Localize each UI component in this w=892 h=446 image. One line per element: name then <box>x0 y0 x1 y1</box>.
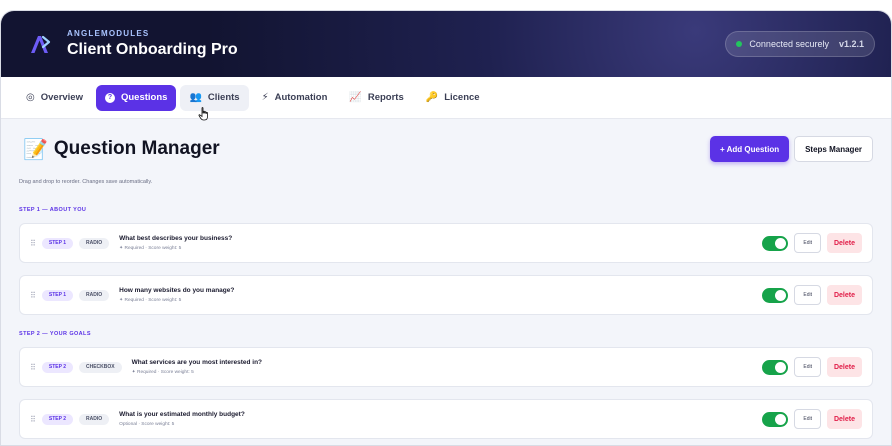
users-icon: 👥 <box>189 92 202 103</box>
steps-manager-button[interactable]: Steps Manager <box>794 136 873 162</box>
delete-button[interactable]: Delete <box>826 409 862 429</box>
version-label: v1.2.1 <box>838 39 864 49</box>
memo-icon: 📝 <box>23 138 48 161</box>
question-card[interactable]: ⠿ STEP 2 CHECKBOX What services are you … <box>19 347 873 387</box>
brand-company: ANGLEMODULES <box>67 29 150 38</box>
drag-handle-icon[interactable]: ⠿ <box>30 291 36 300</box>
reorder-hint: Drag and drop to reorder. Changes save a… <box>19 179 153 185</box>
step-badge: STEP 2 <box>41 361 73 373</box>
tab-label: Overview <box>40 92 83 103</box>
question-text: What services are you most interested in… <box>132 359 262 375</box>
tab-questions[interactable]: ? Questions <box>95 84 177 111</box>
app-header: ANGLEMODULES Client Onboarding Pro Conne… <box>1 11 891 77</box>
step-badge: STEP 1 <box>41 289 73 301</box>
type-badge: RADIO <box>79 237 110 249</box>
edit-button[interactable]: Edit <box>794 285 821 305</box>
delete-button[interactable]: Delete <box>826 357 862 377</box>
question-meta: Optional · Score weight: 5 <box>119 422 175 427</box>
question-actions: Edit Delete <box>762 357 862 377</box>
tab-label: Licence <box>444 92 480 103</box>
question-meta: ✦ Required · Score weight: 5 <box>119 246 182 251</box>
main-nav: ◎ Overview ? Questions 👥 Clients ⚡ Autom… <box>1 77 891 121</box>
enabled-toggle[interactable] <box>762 411 789 427</box>
drag-handle-icon[interactable]: ⠿ <box>30 363 36 372</box>
type-badge: RADIO <box>79 289 110 301</box>
status-dot-icon <box>736 41 743 47</box>
enabled-toggle[interactable] <box>762 287 789 303</box>
type-badge: RADIO <box>79 413 110 425</box>
type-badge: CHECKBOX <box>79 361 122 373</box>
drag-handle-icon[interactable]: ⠿ <box>30 239 36 248</box>
tab-clients[interactable]: 👥 Clients <box>180 84 249 111</box>
step-badge: STEP 2 <box>41 413 73 425</box>
chart-icon: 📈 <box>349 92 362 103</box>
tab-automation[interactable]: ⚡ Automation <box>253 85 337 111</box>
drag-handle-icon[interactable]: ⠿ <box>30 415 36 424</box>
question-actions: Edit Delete <box>762 409 862 429</box>
add-question-button[interactable]: + Add Question <box>710 136 790 162</box>
page-header: 📝 Question Manager + Add Question Steps … <box>19 119 873 179</box>
tab-label: Questions <box>120 92 168 103</box>
question-title: How many websites do you manage? <box>119 287 235 294</box>
question-card[interactable]: ⠿ STEP 1 RADIO How many websites do you … <box>19 275 873 315</box>
question-card[interactable]: ⠿ STEP 2 RADIO What is your estimated mo… <box>19 399 873 439</box>
question-actions: Edit Delete <box>762 285 862 305</box>
question-meta: ✦ Required · Score weight: 5 <box>131 370 194 375</box>
tab-licence[interactable]: 🔑 Licence <box>417 85 489 111</box>
tab-label: Clients <box>207 92 240 103</box>
status-text: Connected securely <box>749 39 829 49</box>
anglemodules-logo-icon <box>25 29 55 59</box>
question-text: What best describes your business? ✦ Req… <box>119 235 232 251</box>
step-badge: STEP 1 <box>41 237 73 249</box>
question-meta: ✦ Required · Score weight: 5 <box>119 298 182 303</box>
header-actions: + Add Question Steps Manager <box>710 136 873 162</box>
brand-block: ANGLEMODULES Client Onboarding Pro <box>67 29 238 59</box>
enabled-toggle[interactable] <box>762 235 789 251</box>
app-window: ANGLEMODULES Client Onboarding Pro Conne… <box>0 10 892 446</box>
question-actions: Edit Delete <box>762 233 862 253</box>
question-title: What is your estimated monthly budget? <box>119 411 245 418</box>
key-icon: 🔑 <box>425 92 439 103</box>
delete-button[interactable]: Delete <box>826 285 862 305</box>
question-title: What best describes your business? <box>119 235 233 242</box>
page-title: Question Manager <box>53 138 220 159</box>
section-label: STEP 2 — YOUR GOALS <box>19 331 91 337</box>
app-title: Client Onboarding Pro <box>67 41 238 58</box>
tab-overview[interactable]: ◎ Overview <box>17 85 92 111</box>
section-label: STEP 1 — ABOUT YOU <box>19 207 87 213</box>
edit-button[interactable]: Edit <box>794 233 821 253</box>
question-icon: ? <box>104 92 115 103</box>
question-text: How many websites do you manage? ✦ Requi… <box>119 287 234 303</box>
tab-label: Reports <box>367 92 404 103</box>
question-card[interactable]: ⠿ STEP 1 RADIO What best describes your … <box>19 223 873 263</box>
tab-reports[interactable]: 📈 Reports <box>340 85 412 111</box>
edit-button[interactable]: Edit <box>794 357 821 377</box>
main-content: 📝 Question Manager + Add Question Steps … <box>1 119 891 439</box>
connection-status-badge: Connected securely v1.2.1 <box>725 31 875 57</box>
edit-button[interactable]: Edit <box>794 409 821 429</box>
gauge-icon: ◎ <box>26 92 35 103</box>
enabled-toggle[interactable] <box>762 359 789 375</box>
delete-button[interactable]: Delete <box>826 233 862 253</box>
bolt-icon: ⚡ <box>261 92 269 103</box>
question-text: What is your estimated monthly budget? O… <box>119 411 245 427</box>
tab-label: Automation <box>274 92 328 103</box>
question-title: What services are you most interested in… <box>131 359 263 366</box>
